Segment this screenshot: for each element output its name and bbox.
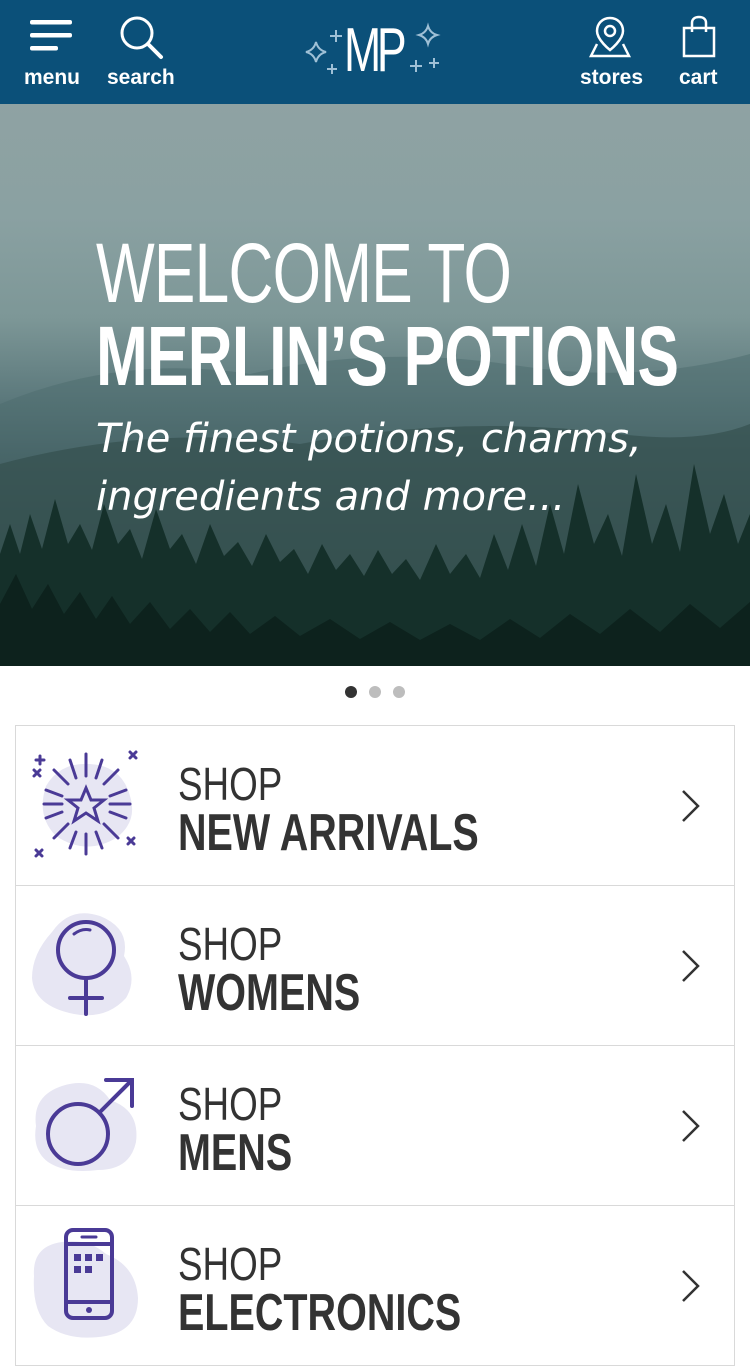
- stores-label: stores: [580, 66, 644, 89]
- category-womens[interactable]: SHOP WOMENS: [15, 886, 735, 1046]
- chevron-right-icon: [682, 950, 700, 982]
- top-nav-bar: menu search MP stores cart: [0, 0, 750, 104]
- smartphone-icon: [33, 1228, 138, 1338]
- chevron-right-icon: [682, 1110, 700, 1142]
- category-prefix: SHOP: [178, 918, 283, 970]
- search-label: search: [107, 66, 175, 89]
- category-name: NEW ARRIVALS: [178, 804, 479, 862]
- chevron-right-icon: [682, 1270, 700, 1302]
- chevron-right-icon: [682, 790, 700, 822]
- category-prefix: SHOP: [178, 1238, 283, 1290]
- search-button[interactable]: search: [104, 0, 178, 104]
- category-name: WOMENS: [178, 964, 361, 1022]
- cart-label: cart: [679, 66, 718, 89]
- menu-label: menu: [24, 66, 81, 89]
- hero-banner[interactable]: WELCOME TO MERLIN’S POTIONS The finest p…: [0, 104, 750, 666]
- category-mens[interactable]: SHOP MENS: [15, 1046, 735, 1206]
- carousel-dot-1[interactable]: [345, 686, 357, 698]
- carousel-dot-3[interactable]: [393, 686, 405, 698]
- hero-welcome: WELCOME TO: [96, 226, 512, 320]
- map-pin-icon: [588, 16, 632, 58]
- stores-button[interactable]: stores: [576, 0, 644, 104]
- category-name: MENS: [178, 1124, 293, 1182]
- hero-text-block: WELCOME TO MERLIN’S POTIONS The finest p…: [96, 228, 750, 526]
- menu-button[interactable]: menu: [18, 0, 86, 104]
- hamburger-menu-icon: [30, 20, 72, 51]
- category-electronics[interactable]: SHOP ELECTRONICS: [15, 1206, 735, 1366]
- category-prefix: SHOP: [178, 758, 283, 810]
- shopping-bag-icon: [682, 15, 716, 58]
- male-symbol-icon: [35, 1078, 137, 1171]
- category-list: SHOP NEW ARRIVALS SHOP WOMENS SHOP MENS …: [15, 725, 735, 1366]
- fireworks-star-icon: [32, 750, 138, 858]
- cart-button[interactable]: cart: [672, 0, 726, 104]
- hero-tagline: The finest potions, charms, ingredients …: [96, 416, 642, 520]
- carousel-dot-2[interactable]: [369, 686, 381, 698]
- search-icon: [120, 16, 163, 59]
- logo-text: MP: [344, 16, 407, 85]
- category-prefix: SHOP: [178, 1078, 283, 1130]
- hero-store-name: MERLIN’S POTIONS: [96, 309, 679, 403]
- category-new-arrivals[interactable]: SHOP NEW ARRIVALS: [15, 726, 735, 886]
- brand-logo[interactable]: MP: [300, 12, 450, 92]
- category-name: ELECTRONICS: [178, 1284, 462, 1342]
- carousel-pagination: [0, 686, 750, 706]
- female-symbol-icon: [32, 913, 132, 1016]
